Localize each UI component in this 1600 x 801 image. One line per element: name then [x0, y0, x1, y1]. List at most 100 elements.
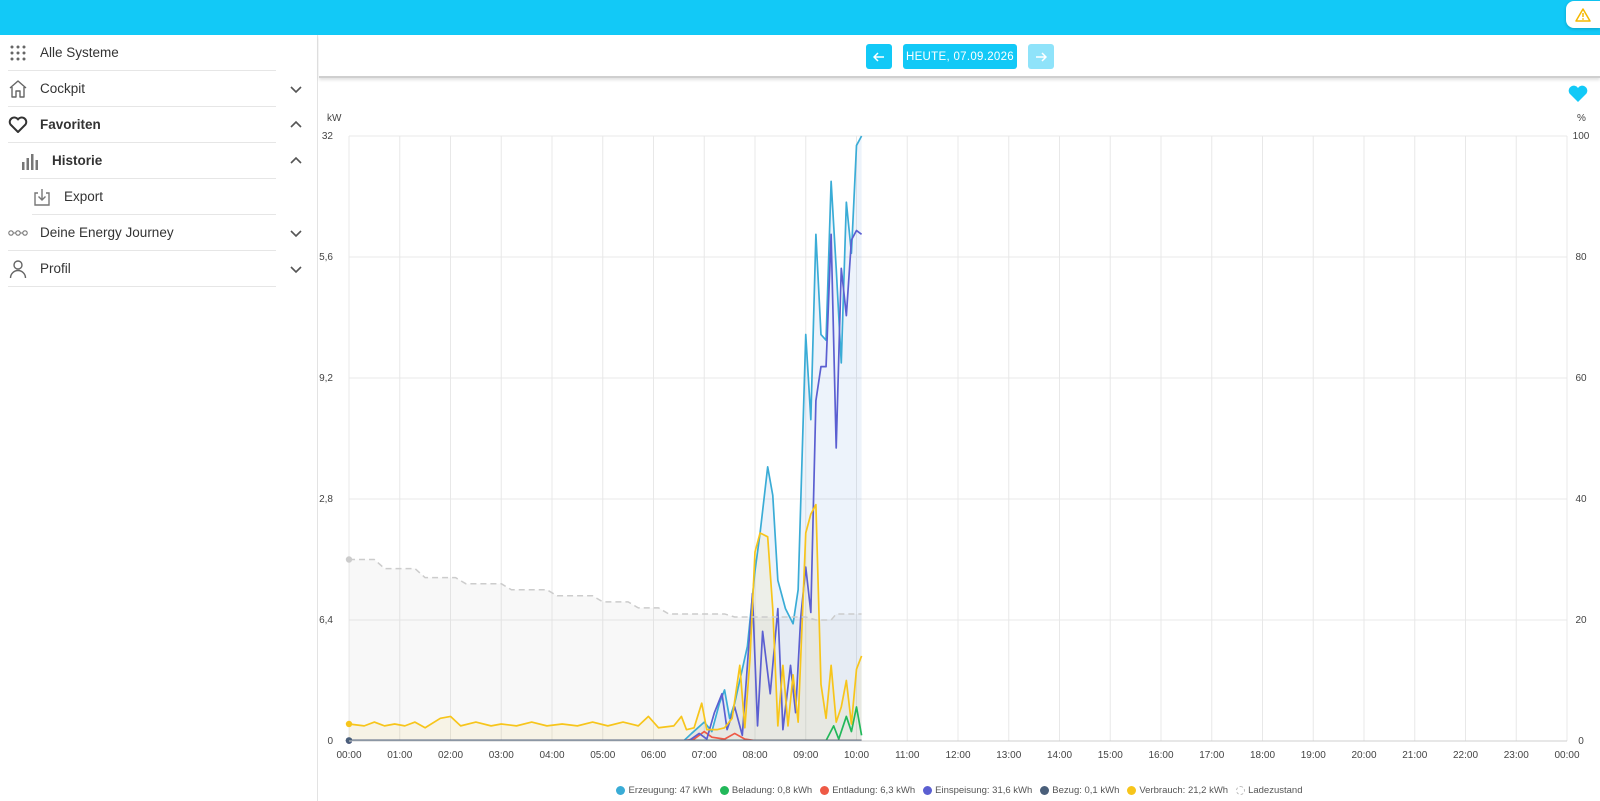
legend-marker: [1040, 785, 1050, 795]
y-tick-label-left: 12,8: [319, 494, 333, 505]
x-tick-label: 08:00: [742, 750, 767, 761]
grid-icon: [8, 43, 28, 63]
energy-chart: 00:00 01:00 02:00 03:00 04:00 05:00 06:00 07:00…: [319, 113, 1590, 761]
x-tick-label: 23:00: [1504, 750, 1529, 761]
y-tick-label-right: 100: [1573, 131, 1590, 142]
x-tick-label: 00:00: [336, 750, 361, 761]
x-tick-label: 10:00: [844, 750, 869, 761]
bar-chart-icon: [20, 151, 40, 171]
x-tick-label: 05:00: [590, 750, 615, 761]
sidebar-item-alle-systeme[interactable]: Alle Systeme: [8, 35, 276, 71]
date-button[interactable]: HEUTE, 07.09.2026: [903, 44, 1017, 69]
series-start-point-5: [345, 720, 353, 728]
chevron-down-icon[interactable]: [288, 261, 304, 277]
sidebar-item-profil[interactable]: Profil: [8, 251, 276, 287]
y-tick-label-right: 0: [1578, 736, 1584, 747]
legend-item[interactable]: Beladung: 0,8 kWh: [719, 784, 813, 796]
x-tick-label: 03:00: [489, 750, 514, 761]
x-tick-label: 22:00: [1453, 750, 1478, 761]
legend-label: Beladung: 0,8 kWh: [731, 784, 813, 796]
y-tick-label-left: 0: [327, 736, 333, 747]
arrow-right-icon: [1036, 51, 1047, 62]
x-tick-label: 09:00: [793, 750, 818, 761]
legend-item[interactable]: Entladung: 6,3 kWh: [820, 785, 915, 796]
legend-item[interactable]: Bezug: 0,1 kWh: [1040, 785, 1119, 796]
y-tick-label-left: 25,6: [319, 252, 333, 263]
x-tick-label: 14:00: [1047, 750, 1072, 761]
journey-icon: [8, 223, 28, 243]
x-tick-label: 20:00: [1351, 750, 1376, 761]
y-tick-label-left: 32: [322, 131, 334, 142]
top-bar: [0, 0, 1600, 35]
next-day-button[interactable]: [1028, 44, 1054, 69]
legend-label: Einspeisung: 31,6 kWh: [935, 784, 1033, 796]
legend-marker: [719, 785, 729, 795]
legend-label: Erzeugung: 47 kWh: [628, 784, 712, 796]
home-icon: [8, 79, 28, 99]
chevron-down-icon[interactable]: [288, 81, 304, 97]
user-icon: [8, 259, 28, 279]
legend-item[interactable]: Einspeisung: 31,6 kWh: [923, 785, 1032, 796]
x-tick-label: 12:00: [945, 750, 970, 761]
x-tick-label: 00:00: [1554, 750, 1579, 761]
sidebar-item-label: Profil: [40, 261, 71, 276]
legend-item[interactable]: Ladezustand: [1236, 784, 1303, 796]
x-tick-label: 13:00: [996, 750, 1021, 761]
warning-button[interactable]: [1566, 1, 1600, 28]
sidebar-item-favoriten[interactable]: Favoriten: [8, 107, 276, 143]
sidebar-item-cockpit[interactable]: Cockpit: [8, 71, 276, 107]
sidebar-item-export[interactable]: Export: [32, 179, 276, 215]
chevron-up-icon[interactable]: [288, 153, 304, 169]
y-axis-label-right: %: [1577, 113, 1586, 124]
y-axis-label-left: kW: [327, 113, 342, 124]
x-tick-label: 18:00: [1250, 750, 1275, 761]
arrow-left-icon: [873, 51, 884, 62]
legend-marker: [923, 785, 933, 795]
series-start-point-6: [345, 556, 353, 563]
sidebar-item-label: Deine Energy Journey: [40, 225, 174, 240]
sidebar-item-label: Favoriten: [40, 117, 101, 132]
x-tick-label: 11:00: [895, 750, 920, 761]
x-tick-label: 16:00: [1148, 750, 1173, 761]
sidebar-item-historie[interactable]: Historie: [20, 143, 276, 179]
sidebar-item-energy-journey[interactable]: Deine Energy Journey: [8, 215, 276, 251]
x-tick-label: 01:00: [387, 750, 412, 761]
legend-marker: [616, 785, 626, 795]
x-tick-label: 21:00: [1402, 750, 1427, 761]
x-tick-label: 19:00: [1301, 750, 1326, 761]
x-tick-label: 02:00: [438, 750, 463, 761]
legend-item[interactable]: Erzeugung: 47 kWh: [616, 784, 712, 796]
legend-marker: [1236, 785, 1246, 795]
legend-item[interactable]: Verbrauch: 21,2 kWh: [1127, 785, 1228, 796]
sidebar-item-label: Alle Systeme: [40, 45, 119, 60]
x-tick-label: 06:00: [641, 750, 666, 761]
date-navigation: HEUTE, 07.09.2026: [319, 35, 1600, 78]
sidebar: Alle Systeme Cockpit Favoriten Historie …: [0, 35, 318, 801]
legend-label: Ladezustand: [1248, 784, 1303, 796]
heart-icon: [8, 115, 28, 135]
warning-icon: [1575, 7, 1591, 22]
y-tick-label-left: 19,2: [319, 373, 333, 384]
legend-marker: [1127, 785, 1137, 795]
y-tick-label-left: 6,4: [319, 615, 333, 626]
legend-marker: [820, 785, 830, 795]
chevron-up-icon[interactable]: [288, 117, 304, 133]
export-icon: [32, 187, 52, 207]
favorite-heart-icon[interactable]: [1567, 84, 1589, 104]
sidebar-item-label: Historie: [52, 153, 103, 168]
x-tick-label: 17:00: [1199, 750, 1224, 761]
y-tick-label-right: 60: [1575, 373, 1587, 384]
y-tick-label-right: 80: [1575, 252, 1587, 263]
series-start-point-4: [345, 737, 353, 744]
chevron-down-icon[interactable]: [288, 225, 304, 241]
legend-label: Verbrauch: 21,2 kWh: [1139, 784, 1229, 796]
y-tick-label-right: 40: [1575, 494, 1587, 505]
y-tick-label-right: 20: [1575, 615, 1587, 626]
x-tick-label: 04:00: [539, 750, 564, 761]
x-tick-label: 07:00: [692, 750, 717, 761]
previous-day-button[interactable]: [866, 44, 892, 69]
x-tick-label: 15:00: [1098, 750, 1123, 761]
sidebar-item-label: Export: [64, 189, 104, 204]
sidebar-item-label: Cockpit: [40, 81, 86, 96]
legend-label: Entladung: 6,3 kWh: [832, 784, 916, 796]
